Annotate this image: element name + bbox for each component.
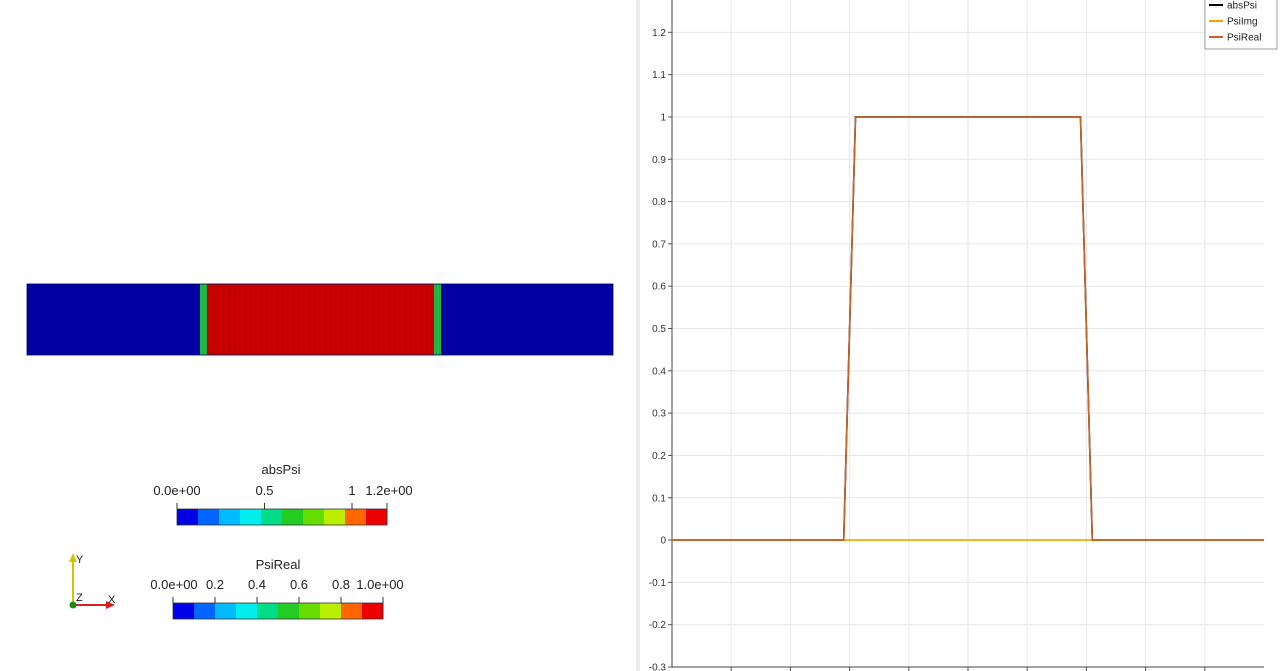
colorbar-swatch <box>198 509 220 525</box>
y-tick-label: 0.1 <box>652 493 666 504</box>
chart-grid <box>672 0 1264 668</box>
y-tick-label: 0.6 <box>652 282 666 293</box>
axis-label-y: Y <box>76 554 84 566</box>
y-tick-label: 1.2 <box>652 28 666 39</box>
legend-label[interactable]: PsiImg <box>1227 17 1258 28</box>
y-tick-label: 0 <box>660 536 666 547</box>
colorbar-psireal: PsiReal 0.0e+00 0.2 0.4 0.6 0.8 1.0e+00 <box>150 557 404 620</box>
render-view[interactable]: absPsi 0.0e+00 0.5 1 1.2e+00 PsiReal 0.0… <box>0 0 636 671</box>
y-tick-label: 0.3 <box>652 409 666 420</box>
slab-region-high <box>207 284 434 355</box>
colorbar-swatches <box>173 603 384 619</box>
colorbar-label: 1.0e+00 <box>356 577 403 592</box>
colorbar-label: 0.6 <box>290 577 308 592</box>
legend-label[interactable]: absPsi <box>1227 1 1257 12</box>
colorbar-label: 1.2e+00 <box>365 483 412 498</box>
colorbar-swatch <box>303 509 325 525</box>
y-tick-label: -0.1 <box>649 578 667 589</box>
colorbar-swatch <box>257 603 279 619</box>
colorbar-ticks <box>176 503 388 509</box>
y-tick-label: -0.3 <box>649 663 667 671</box>
colorbar-label: 0.0e+00 <box>153 483 200 498</box>
colorbar-swatch <box>278 603 300 619</box>
colorbar-swatch <box>324 509 346 525</box>
line-chart[interactable]: -0.3 -0.2 -0.1 0 0.1 0.2 0.3 0.4 0.5 0.6 0.7 0.8 0.9… <box>640 0 1280 671</box>
colorbar-ticks <box>172 597 384 603</box>
colorbar-label: 0.4 <box>248 577 266 592</box>
colorbar-swatch <box>299 603 321 619</box>
colorbar-swatch <box>215 603 237 619</box>
line-chart-view[interactable]: -0.3 -0.2 -0.1 0 0.1 0.2 0.3 0.4 0.5 0.6 0.7 0.8 0.9… <box>640 0 1280 671</box>
colorbar-swatches <box>177 509 388 525</box>
colorbar-swatch <box>282 509 304 525</box>
colorbar-swatch <box>345 509 367 525</box>
chart-legend[interactable]: absPsi PsiImg PsiReal <box>1204 0 1278 50</box>
y-tick-label: 0.9 <box>652 155 666 166</box>
colorbar-swatch <box>219 509 241 525</box>
colorbar-swatch <box>173 603 195 619</box>
colorbar-swatch <box>261 509 283 525</box>
colorbar-swatch <box>236 603 258 619</box>
colorbar-abspsi: absPsi 0.0e+00 0.5 1 1.2e+00 <box>153 462 413 526</box>
y-tick-label: 1 <box>660 112 666 123</box>
colorbar-label: 0.8 <box>332 577 350 592</box>
colorbar-swatch <box>366 509 388 525</box>
colorbar-title: PsiReal <box>256 557 301 572</box>
y-tick-label: 1.1 <box>652 70 666 81</box>
legend-label[interactable]: PsiReal <box>1227 33 1261 44</box>
colorbar-swatch <box>177 509 199 525</box>
colorbar-swatch <box>320 603 342 619</box>
y-tick-label: -0.2 <box>649 620 667 631</box>
colorbar-label: 0.5 <box>255 483 273 498</box>
y-tick-label: 0.8 <box>652 197 666 208</box>
y-tick-label: 0.7 <box>652 239 666 250</box>
colorbar-label: 0.2 <box>206 577 224 592</box>
colorbar-title: absPsi <box>261 462 300 477</box>
y-tick-label: 0.4 <box>652 366 666 377</box>
axis-label-x: X <box>108 594 116 606</box>
colorbar-swatch <box>194 603 216 619</box>
chart-axes: -0.3 -0.2 -0.1 0 0.1 0.2 0.3 0.4 0.5 0.6 0.7 0.8 0.9… <box>649 0 1264 671</box>
colorbar-swatch <box>341 603 363 619</box>
field-slab <box>26 283 614 356</box>
colorbar-label: 0.0e+00 <box>150 577 197 592</box>
colorbar-swatch <box>362 603 384 619</box>
y-tick-label: 0.2 <box>652 451 666 462</box>
colorbar-label: 1 <box>348 483 355 498</box>
render-canvas[interactable]: absPsi 0.0e+00 0.5 1 1.2e+00 PsiReal 0.0… <box>0 0 636 671</box>
y-tick-label: 0.5 <box>652 324 666 335</box>
colorbar-swatch <box>240 509 262 525</box>
orientation-axes: Y Z X <box>69 553 116 609</box>
axis-label-z: Z <box>76 592 83 604</box>
